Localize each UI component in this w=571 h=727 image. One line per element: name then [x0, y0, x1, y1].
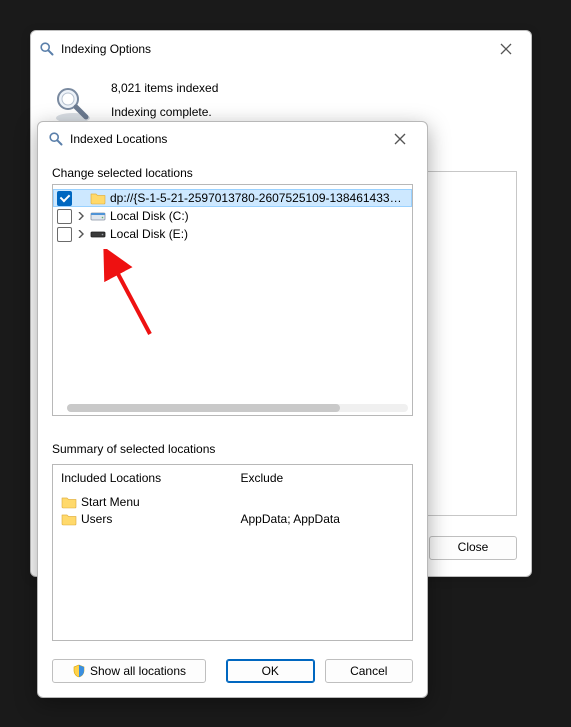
scrollbar-thumb[interactable] — [67, 404, 340, 412]
chevron-right-icon — [77, 212, 85, 220]
indexed-locations-close-button[interactable] — [383, 127, 417, 151]
included-column: Included Locations Start Menu Users — [53, 465, 233, 640]
shield-icon — [72, 664, 86, 678]
folder-icon — [61, 512, 77, 526]
indexing-status-row: 8,021 items indexed Indexing complete. — [45, 79, 517, 125]
tree-checkbox[interactable] — [57, 227, 72, 242]
close-icon — [394, 133, 406, 145]
indexed-locations-icon — [48, 132, 64, 146]
tree-row[interactable]: Local Disk (E:) — [53, 225, 412, 243]
tree-label: Local Disk (E:) — [110, 227, 188, 241]
tree-horizontal-scrollbar[interactable] — [67, 404, 408, 412]
chevron-right-icon — [77, 230, 85, 238]
tree-checkbox[interactable] — [57, 191, 72, 206]
exclude-text: AppData; AppData — [241, 512, 340, 526]
indexed-locations-dialog: Indexed Locations Change selected locati… — [37, 121, 428, 698]
show-all-label: Show all locations — [90, 664, 186, 678]
tree-row[interactable]: dp://{S-1-5-21-2597013780-2607525109-138… — [53, 189, 412, 207]
ok-label: OK — [262, 664, 279, 678]
folder-icon — [90, 191, 106, 205]
indexing-options-title: Indexing Options — [61, 42, 151, 56]
drive-e-icon — [90, 227, 106, 241]
indexed-locations-button-row: Show all locations OK Cancel — [38, 649, 427, 697]
indexed-locations-title: Indexed Locations — [70, 132, 167, 146]
exclude-header: Exclude — [241, 471, 405, 485]
close-icon — [500, 43, 512, 55]
summary-box: Included Locations Start Menu Users Exclu… — [52, 464, 413, 641]
tree-label: Local Disk (C:) — [110, 209, 189, 223]
tree-expander[interactable] — [76, 212, 86, 220]
included-item[interactable]: Users — [61, 510, 225, 527]
close-button-label: Close — [458, 540, 489, 554]
included-item[interactable]: Start Menu — [61, 493, 225, 510]
summary-label: Summary of selected locations — [52, 442, 413, 456]
tree-label: dp://{S-1-5-21-2597013780-2607525109-138… — [110, 191, 408, 205]
tree-expander[interactable] — [76, 230, 86, 238]
tree-checkbox[interactable] — [57, 209, 72, 224]
tree-row[interactable]: Local Disk (C:) — [53, 207, 412, 225]
indexing-options-close-button[interactable] — [489, 37, 523, 61]
items-indexed-text: 8,021 items indexed — [111, 81, 218, 95]
show-all-locations-button[interactable]: Show all locations — [52, 659, 206, 683]
indexed-locations-titlebar: Indexed Locations — [38, 122, 427, 154]
included-header: Included Locations — [61, 471, 225, 485]
ok-button[interactable]: OK — [226, 659, 315, 683]
included-item-label: Users — [81, 512, 112, 526]
magnifier-large-icon — [51, 85, 95, 125]
folder-icon — [61, 495, 77, 509]
change-locations-label: Change selected locations — [52, 166, 413, 180]
indexing-options-icon — [39, 42, 55, 56]
indexing-options-titlebar: Indexing Options — [31, 31, 531, 63]
cancel-button[interactable]: Cancel — [325, 659, 414, 683]
cancel-label: Cancel — [350, 664, 387, 678]
indexing-options-close-footer-button[interactable]: Close — [429, 536, 517, 560]
indexing-status-text: Indexing complete. — [111, 105, 218, 119]
drive-c-icon — [90, 209, 106, 223]
included-item-label: Start Menu — [81, 495, 140, 509]
exclude-column: Exclude AppData; AppData — [233, 465, 413, 640]
locations-tree[interactable]: dp://{S-1-5-21-2597013780-2607525109-138… — [52, 184, 413, 416]
